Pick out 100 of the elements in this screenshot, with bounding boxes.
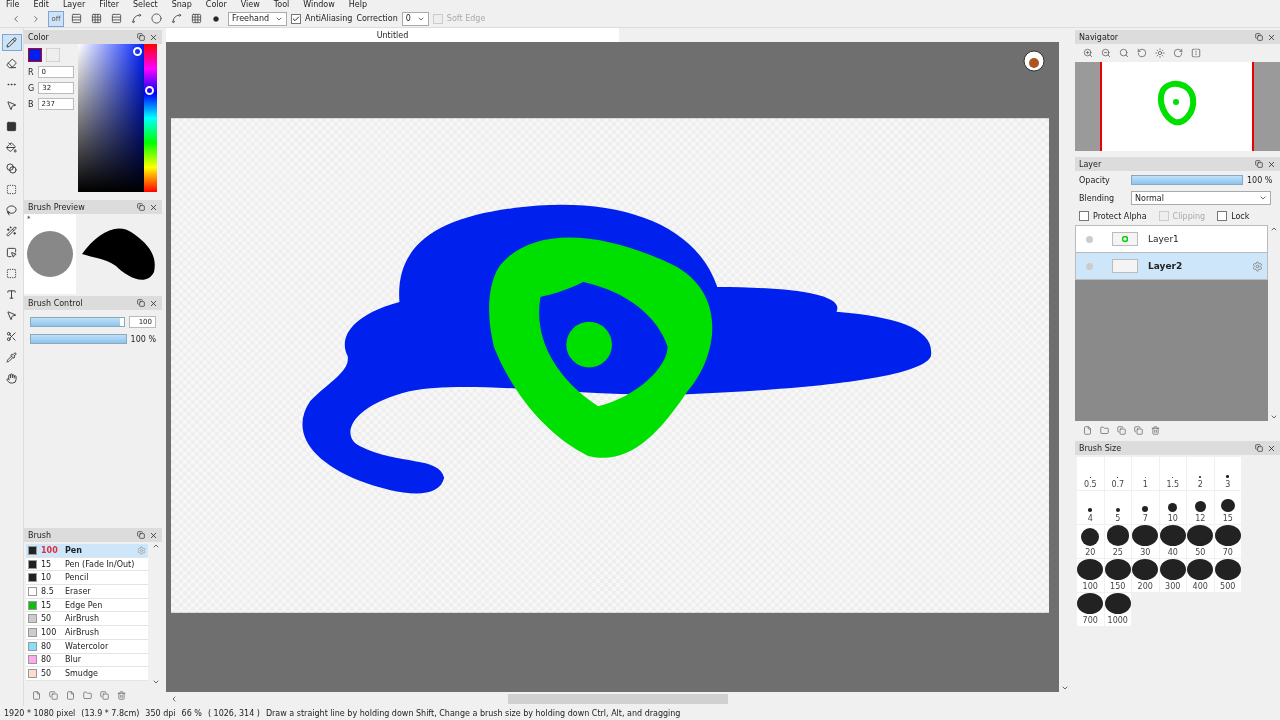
brush-size-option[interactable]: 500 xyxy=(1214,559,1241,592)
rotate-right-icon[interactable] xyxy=(1173,48,1183,58)
layer-opacity-slider[interactable] xyxy=(1131,175,1243,185)
picker-handle[interactable] xyxy=(133,47,142,56)
brush-size-option[interactable]: 20 xyxy=(1077,525,1104,558)
menu-item[interactable]: File xyxy=(6,1,20,9)
brush-item[interactable]: 100 Pen xyxy=(26,544,148,558)
brush-name: AirBrush xyxy=(65,614,101,624)
brush-item[interactable]: 8.5 Eraser xyxy=(26,585,148,599)
menu-item[interactable]: Color xyxy=(205,1,227,9)
panel-title: Brush Preview xyxy=(28,202,85,212)
brush-size-option[interactable]: 100 xyxy=(1077,559,1104,592)
menu-item[interactable]: Layer xyxy=(62,1,86,9)
brush-size-option[interactable]: 150 xyxy=(1104,559,1131,592)
brush-item[interactable]: 50 Smudge xyxy=(26,667,148,681)
brush-size-option[interactable]: 1000 xyxy=(1104,593,1131,626)
brush-size-option[interactable]: 40 xyxy=(1159,525,1186,558)
close-button[interactable] xyxy=(1267,32,1276,42)
trash-icon[interactable] xyxy=(117,690,126,700)
hue-handle[interactable] xyxy=(145,85,154,95)
soft-edge-label: Soft Edge xyxy=(446,14,486,23)
float-button[interactable] xyxy=(1255,33,1263,41)
float-button[interactable] xyxy=(137,299,145,307)
dashed-square-icon xyxy=(6,184,17,195)
size-slider[interactable] xyxy=(30,317,125,327)
saturation-picker[interactable] xyxy=(78,44,144,192)
duplicate-icon[interactable] xyxy=(1117,425,1126,435)
menu-item[interactable]: Snap xyxy=(171,1,192,9)
mode-dropdown[interactable]: Freehand xyxy=(228,11,288,26)
brush-size-option[interactable]: 12 xyxy=(1187,491,1214,524)
zoom-reset-icon[interactable] xyxy=(1119,48,1129,58)
foreground-swatch[interactable] xyxy=(28,48,42,62)
float-button[interactable] xyxy=(1255,444,1263,452)
zoom-in-icon[interactable] xyxy=(1083,48,1093,58)
brush-size-option[interactable]: 700 xyxy=(1077,593,1104,626)
float-button[interactable] xyxy=(137,33,145,41)
float-button[interactable] xyxy=(1255,160,1263,168)
brush-size-option[interactable]: 0.7 xyxy=(1104,457,1131,490)
close-button[interactable] xyxy=(149,32,158,42)
folder-icon[interactable] xyxy=(83,690,92,700)
layer-row[interactable]: Layer1 xyxy=(1075,226,1268,253)
brush-name: Watercolor xyxy=(65,641,110,651)
brush-size-option[interactable]: 400 xyxy=(1187,559,1214,592)
document-tab[interactable]: Untitled xyxy=(166,28,619,42)
brush-size-option[interactable]: 5 xyxy=(1104,491,1131,524)
folder-icon[interactable] xyxy=(1100,425,1109,435)
tool-button[interactable] xyxy=(1,34,22,51)
brush-item[interactable]: 10 Pencil xyxy=(26,571,148,586)
float-button[interactable] xyxy=(137,531,145,539)
brush-item[interactable]: 50 AirBrush xyxy=(26,612,148,627)
brush-size-option[interactable]: 50 xyxy=(1187,525,1214,558)
close-button[interactable] xyxy=(1267,443,1276,453)
correction-dropdown[interactable]: 0 xyxy=(401,11,429,26)
menu-item[interactable]: Edit xyxy=(33,1,49,9)
brush-size-option[interactable]: 70 xyxy=(1214,525,1241,558)
brush-size-option[interactable]: 10 xyxy=(1159,491,1186,524)
brush-size-option[interactable]: 1.5 xyxy=(1159,457,1186,490)
menu-item[interactable]: View xyxy=(240,1,260,9)
hue-slider[interactable] xyxy=(144,44,157,192)
brush-size-option[interactable]: 15 xyxy=(1214,491,1241,524)
menu-item[interactable]: Filter xyxy=(99,1,119,9)
mascot-icon[interactable] xyxy=(1023,50,1045,72)
menu-item[interactable]: Select xyxy=(133,1,158,9)
antialiasing-checkbox[interactable] xyxy=(291,13,302,24)
transparent-swatch[interactable] xyxy=(46,48,60,62)
brush-size-option[interactable]: 4 xyxy=(1077,491,1104,524)
close-button[interactable] xyxy=(149,202,158,212)
duplicate-icon[interactable] xyxy=(49,690,58,700)
new-brush-icon[interactable] xyxy=(32,690,41,700)
brush-size-option[interactable]: 0.5 xyxy=(1077,457,1104,490)
brush-size: 80 xyxy=(41,641,53,651)
circle-snap-button[interactable] xyxy=(148,10,164,27)
zoom-out-icon[interactable] xyxy=(1101,48,1111,58)
close-button[interactable] xyxy=(1267,159,1276,169)
copy-icon[interactable] xyxy=(100,690,109,700)
opacity-slider[interactable] xyxy=(30,334,127,344)
float-button[interactable] xyxy=(137,203,145,211)
blending-dropdown[interactable]: Normal xyxy=(1131,191,1271,205)
brush-size-option[interactable]: 7 xyxy=(1132,491,1159,524)
protect-alpha-checkbox[interactable] xyxy=(1079,211,1089,221)
close-button[interactable] xyxy=(149,298,158,308)
brush-item[interactable]: 100 AirBrush xyxy=(26,626,148,640)
menu-item[interactable]: Tool xyxy=(273,1,290,9)
menu-item[interactable]: Window xyxy=(303,1,335,9)
lock-checkbox[interactable] xyxy=(1217,211,1228,221)
brush-size-option[interactable]: 2 xyxy=(1187,457,1214,490)
chevron-up-icon xyxy=(1270,225,1278,233)
brush-size-option[interactable]: 25 xyxy=(1104,525,1131,558)
brush-size-option[interactable]: 300 xyxy=(1159,559,1186,592)
brush-size-option[interactable]: 1 xyxy=(1132,457,1159,490)
rotate-left-icon[interactable] xyxy=(1137,48,1147,58)
gear-icon[interactable] xyxy=(1252,260,1263,272)
trash-icon[interactable] xyxy=(1151,425,1160,435)
close-button[interactable] xyxy=(149,530,158,540)
layer-row[interactable]: Layer2 xyxy=(1075,253,1268,280)
brush-size-option[interactable]: 30 xyxy=(1132,525,1159,558)
menu-item[interactable]: Help xyxy=(348,1,368,9)
new-layer-icon[interactable] xyxy=(1083,425,1092,435)
brush-size-option[interactable]: 200 xyxy=(1132,559,1159,592)
brush-size-option[interactable]: 3 xyxy=(1214,457,1241,490)
